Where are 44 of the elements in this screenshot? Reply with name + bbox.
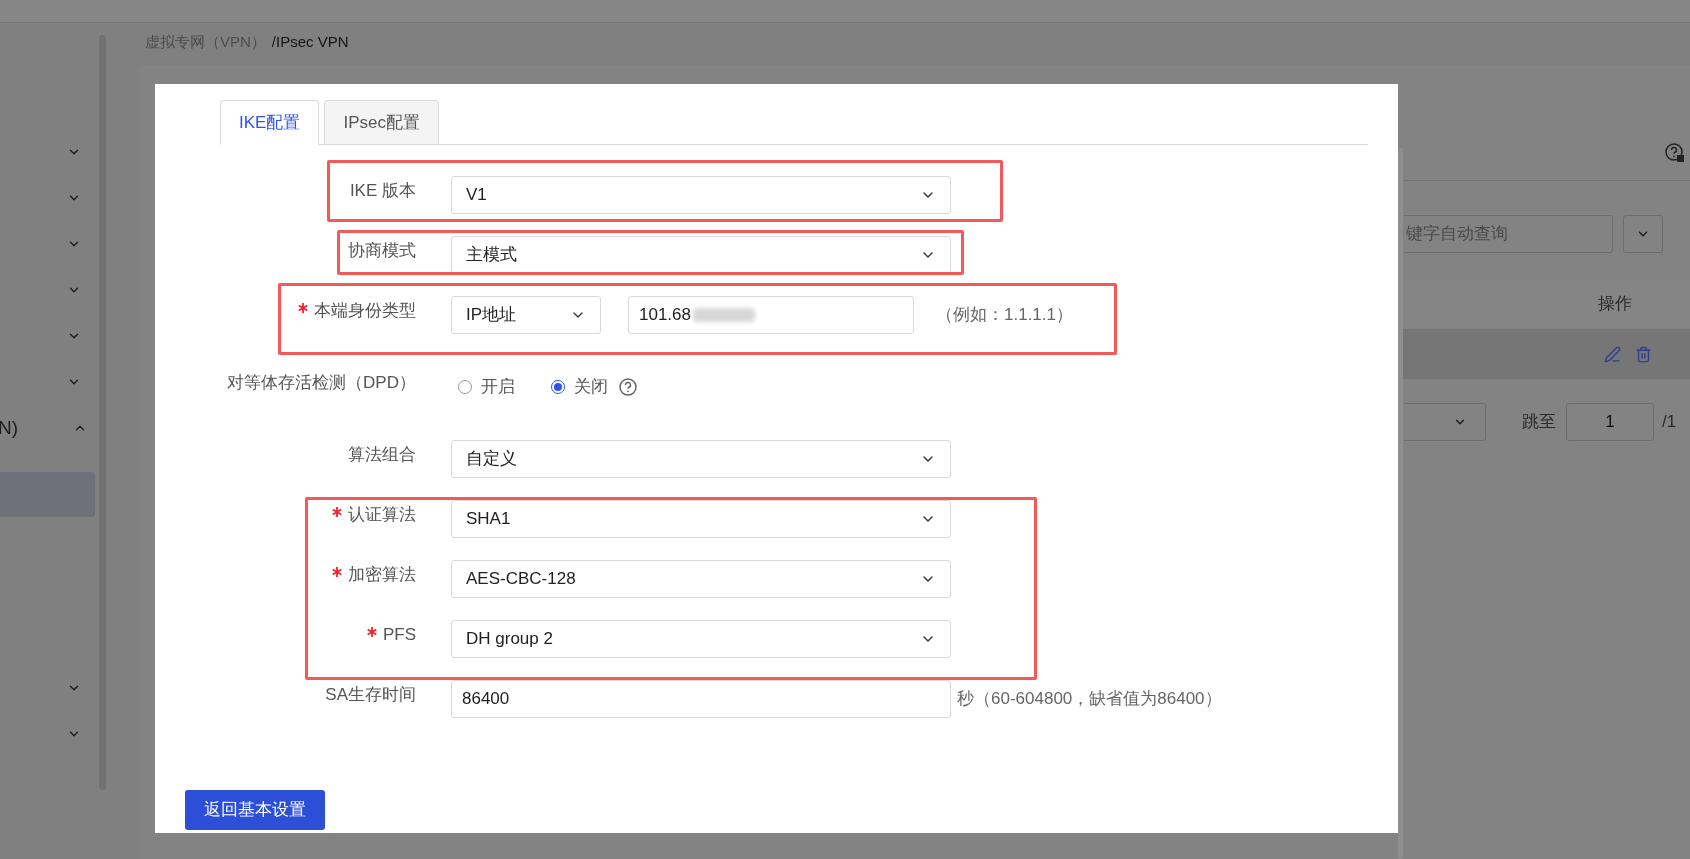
help-icon[interactable] — [618, 377, 638, 397]
help-icon[interactable] — [1664, 142, 1684, 162]
column-header: 操作 — [1598, 293, 1632, 316]
required-mark-icon — [366, 627, 377, 637]
required-mark-icon — [332, 567, 342, 577]
jump-label: 跳至 — [1522, 411, 1556, 434]
breadcrumb-separator: / — [271, 31, 276, 52]
select-field[interactable]: 主模式 — [451, 236, 951, 274]
radio-option[interactable]: 关闭 — [551, 374, 608, 400]
field-label: 本端身份类型 — [314, 300, 416, 323]
redaction-blur — [693, 308, 755, 322]
delete-icon[interactable] — [1635, 345, 1652, 363]
tab[interactable]: IPsec配置 — [324, 100, 439, 145]
input-field[interactable]: 86400 — [451, 680, 951, 718]
field-label: 协商模式 — [348, 240, 416, 263]
hint-text: 秒（60-604800，缺省值为86400） — [957, 688, 1222, 711]
sidebar-item[interactable]: N) — [0, 405, 95, 451]
required-mark-icon — [298, 303, 308, 313]
required-mark-icon — [332, 507, 342, 517]
field-label: PFS — [382, 624, 416, 647]
select-field[interactable]: DH group 2 — [451, 620, 951, 658]
tab[interactable]: IKE配置 — [220, 100, 320, 145]
field-label: SA生存时间 — [325, 684, 416, 707]
select-field[interactable]: 自定义 — [451, 440, 951, 478]
field-label: 对等体存活检测（DPD） — [227, 372, 416, 395]
select-field[interactable]: IP地址 — [451, 296, 601, 334]
hint-text: （例如：1.1.1.1） — [936, 304, 1073, 327]
radio-option[interactable]: 开启 — [458, 374, 515, 400]
page-input[interactable]: 1 — [1566, 403, 1654, 441]
edit-icon[interactable] — [1604, 345, 1621, 363]
field-label: IKE 版本 — [349, 180, 416, 203]
scrollbar[interactable] — [1398, 148, 1403, 859]
page-size-select[interactable] — [1404, 403, 1486, 441]
field-label: 加密算法 — [348, 564, 416, 587]
select-field[interactable]: V1 — [451, 176, 951, 214]
field-label: 认证算法 — [348, 504, 416, 527]
dropdown-button[interactable] — [1623, 215, 1663, 253]
field-label: 算法组合 — [348, 444, 416, 467]
select-field[interactable]: AES-CBC-128 — [451, 560, 951, 598]
breadcrumb-item: IPsec VPN — [276, 31, 349, 52]
input-field[interactable]: 101.68 — [628, 296, 914, 334]
select-field[interactable]: SHA1 — [451, 500, 951, 538]
back-button[interactable]: 返回基本设置 — [185, 790, 325, 830]
page-total: /1 — [1662, 411, 1677, 434]
